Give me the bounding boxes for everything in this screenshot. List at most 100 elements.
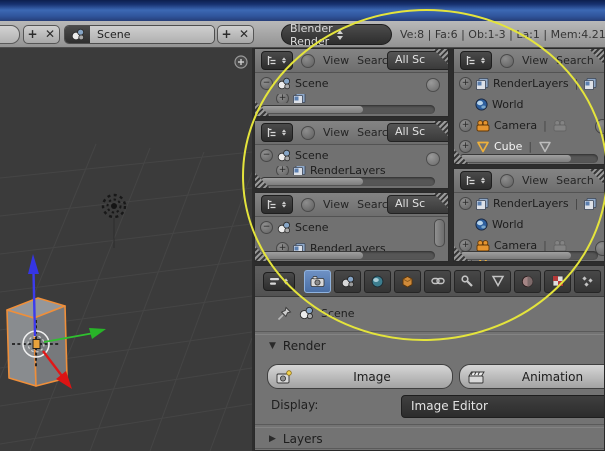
search-menu[interactable]: Search xyxy=(556,174,594,187)
outliner-header: View Search xyxy=(454,49,604,73)
outliner-row-clipped[interactable]: + xyxy=(255,94,448,103)
collapse-icon[interactable]: − xyxy=(260,77,273,90)
outliner-panel-5: View Search + RenderLayers | World + Cam… xyxy=(453,168,605,262)
modifiers-tab-icon xyxy=(461,274,473,287)
tab-particles[interactable] xyxy=(574,269,601,293)
expand-icon[interactable]: + xyxy=(459,140,472,153)
render-image-button[interactable]: Image xyxy=(267,364,453,389)
filter-toggle-icon[interactable] xyxy=(301,125,315,140)
properties-editor: Scene ▼ Render Image Animation Display: … xyxy=(254,265,605,451)
view-menu[interactable]: View xyxy=(522,54,548,67)
properties-tab-bar xyxy=(255,266,604,297)
expand-icon[interactable]: + xyxy=(276,94,289,103)
tab-data[interactable] xyxy=(484,269,511,293)
scene-icon xyxy=(277,221,291,234)
outliner-row-world[interactable]: World xyxy=(454,214,604,235)
render-engine-dropdown[interactable]: Blender Render xyxy=(281,22,392,48)
outliner-header: View Search All Sc xyxy=(255,193,448,217)
view-menu[interactable]: View xyxy=(323,198,349,211)
mesh-data-tab-icon xyxy=(491,275,504,287)
scene-selector[interactable]: Scene xyxy=(64,25,215,44)
tab-world[interactable] xyxy=(364,269,391,293)
tab-texture[interactable] xyxy=(544,269,571,293)
camera-icon xyxy=(476,119,490,131)
info-header: + ✕ Scene + ✕ Blender Render Ve:8 | Fa:6… xyxy=(0,21,605,48)
renderlayers-icon xyxy=(476,77,489,90)
constraints-tab-icon xyxy=(430,277,445,285)
horizontal-scrollbar[interactable] xyxy=(260,251,435,260)
display-mode-dropdown[interactable]: Image Editor xyxy=(401,395,604,418)
render-animation-button[interactable]: Animation xyxy=(459,364,604,389)
object-tab-icon xyxy=(402,275,413,288)
outliner-row-renderlayers[interactable]: + RenderLayers | xyxy=(454,73,604,94)
horizontal-scrollbar[interactable] xyxy=(459,251,598,260)
editor-type-button[interactable] xyxy=(261,123,293,142)
outliner-header: View Search All Sc xyxy=(255,49,448,73)
viewport-scene-graphic xyxy=(0,55,252,451)
filter-toggle-icon[interactable] xyxy=(500,53,514,68)
outliner-row-world[interactable]: World xyxy=(454,94,604,115)
outliner-row-scene[interactable]: − Scene xyxy=(255,145,448,166)
add-screen-button[interactable]: + xyxy=(23,25,42,44)
render-panel-header[interactable]: ▼ Render xyxy=(269,339,326,353)
filter-toggle-icon[interactable] xyxy=(301,53,315,68)
view-menu[interactable]: View xyxy=(323,126,349,139)
search-menu[interactable]: Search xyxy=(556,54,594,67)
view-menu[interactable]: View xyxy=(323,54,349,67)
view-menu[interactable]: View xyxy=(522,174,548,187)
context-breadcrumb[interactable]: Scene xyxy=(321,307,355,320)
mesh-cube-icon xyxy=(477,141,489,152)
editor-type-button[interactable] xyxy=(460,171,492,190)
delete-scene-button[interactable]: ✕ xyxy=(235,25,254,44)
mesh-data-icon xyxy=(539,141,551,152)
add-scene-button[interactable]: + xyxy=(217,25,236,44)
tab-material[interactable] xyxy=(514,269,541,293)
tab-scene[interactable] xyxy=(334,269,361,293)
scene-name-field[interactable]: Scene xyxy=(90,26,214,43)
screen-layout-field[interactable] xyxy=(0,25,20,44)
window-titlebar[interactable] xyxy=(0,0,605,21)
region-expand-icon[interactable] xyxy=(234,55,248,69)
outliner-row-scene[interactable]: − Scene xyxy=(255,217,448,238)
expand-icon[interactable]: + xyxy=(459,119,472,132)
tab-constraints[interactable] xyxy=(424,269,451,293)
editor-type-button[interactable] xyxy=(261,51,293,70)
collapse-icon[interactable]: − xyxy=(260,221,273,234)
outliner-panel-3: View Search All Sc − Scene + RenderLayer… xyxy=(254,192,449,262)
expand-icon[interactable]: + xyxy=(459,77,472,90)
collapse-icon[interactable]: − xyxy=(260,149,273,162)
filter-toggle-icon[interactable] xyxy=(500,173,514,188)
render-tab-icon xyxy=(310,275,325,287)
filter-toggle-icon[interactable] xyxy=(301,197,315,212)
scene-icon xyxy=(277,149,291,162)
outliner-row-clipped[interactable]: + RenderLayers xyxy=(255,166,448,175)
outliner-row-scene[interactable]: − Scene xyxy=(255,73,448,94)
horizontal-scrollbar[interactable] xyxy=(260,105,435,114)
vertical-scrollbar[interactable] xyxy=(434,219,445,247)
expand-icon[interactable]: + xyxy=(459,197,472,210)
viewport-3d[interactable] xyxy=(0,48,252,451)
tab-modifiers[interactable] xyxy=(454,269,481,293)
horizontal-scrollbar[interactable] xyxy=(459,154,598,163)
tab-render[interactable] xyxy=(304,269,331,293)
scrollbar-knob[interactable] xyxy=(426,152,440,166)
scrollbar-knob[interactable] xyxy=(426,78,440,92)
editor-type-button[interactable] xyxy=(460,51,492,70)
tab-object[interactable] xyxy=(394,269,421,293)
restrict-column-icon[interactable] xyxy=(595,119,604,134)
pin-icon[interactable] xyxy=(277,306,292,321)
delete-screen-button[interactable]: ✕ xyxy=(41,25,60,44)
outliner-row-renderlayers[interactable]: + RenderLayers | xyxy=(454,193,604,214)
horizontal-scrollbar[interactable] xyxy=(260,177,435,186)
editor-type-button[interactable] xyxy=(261,195,293,214)
editor-type-button[interactable] xyxy=(263,271,295,291)
outliner-row-camera[interactable]: + Camera | xyxy=(454,115,604,136)
outliner-panel-4: View Search + RenderLayers | World + Cam… xyxy=(453,48,605,165)
particles-tab-icon xyxy=(582,275,593,287)
renderlayers-icon xyxy=(293,94,306,103)
scene-icon xyxy=(65,26,90,43)
expand-icon[interactable]: + xyxy=(276,166,289,175)
camera-data-icon xyxy=(553,119,567,131)
layers-panel-header[interactable]: ▶ Layers xyxy=(269,432,323,446)
renderlayers-icon xyxy=(476,197,489,210)
